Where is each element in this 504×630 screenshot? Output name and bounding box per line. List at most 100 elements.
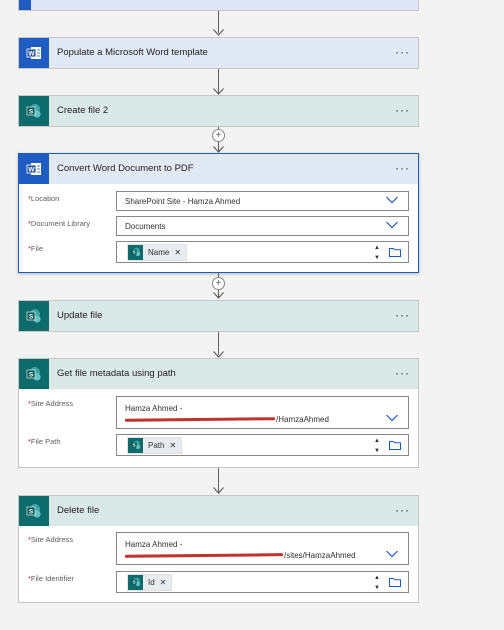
spinner[interactable]: ▲ ▼ — [372, 437, 382, 455]
svg-text:W: W — [28, 51, 35, 58]
chevron-down-icon[interactable] — [386, 196, 398, 204]
token-label: Id — [148, 577, 155, 587]
file-identifier-input[interactable]: S Id ✕ ▲ ▼ — [116, 571, 409, 593]
svg-text:S: S — [132, 442, 135, 447]
spin-up-icon[interactable]: ▲ — [372, 437, 382, 445]
step-convert-word-to-pdf[interactable]: W Convert Word Document to PDF ··· *Loca… — [18, 153, 419, 273]
location-label: *Location — [28, 194, 60, 203]
file-label: *File — [28, 244, 44, 253]
more-options-button[interactable]: ··· — [395, 301, 410, 331]
spinner[interactable]: ▲ ▼ — [372, 574, 382, 592]
step-header[interactable]: S Get file metadata using path ··· — [19, 359, 418, 389]
chevron-down-icon[interactable] — [386, 414, 398, 422]
location-value: SharePoint Site - Hamza Ahmed — [125, 196, 241, 206]
file-row: *File S Name ✕ ▲ ▼ — [19, 241, 409, 263]
site-address-line1: Hamza Ahmed - — [125, 403, 183, 413]
site-address-row: *Site Address Hamza Ahmed - /HamzaAhmed — [19, 396, 409, 429]
step-get-file-metadata[interactable]: S Get file metadata using path ··· *Site… — [18, 358, 419, 468]
step-title: Delete file — [57, 505, 100, 516]
site-address-label: *Site Address — [28, 535, 74, 544]
site-address-line2: /sites/HamzaAhmed — [124, 550, 356, 561]
word-icon: W — [19, 38, 49, 68]
file-identifier-row: *File Identifier S Id ✕ ▲ ▼ — [19, 571, 409, 593]
sharepoint-icon: S — [19, 96, 49, 126]
dynamic-content-token[interactable]: S Path ✕ — [127, 436, 183, 454]
remove-token-icon[interactable]: ✕ — [169, 441, 176, 450]
step-update-file[interactable]: S Update file ··· — [18, 300, 419, 332]
arrow-down-icon — [213, 146, 224, 153]
step-header[interactable]: S Create file 2 ··· — [19, 96, 418, 126]
folder-icon[interactable] — [389, 247, 401, 257]
sharepoint-icon: S — [128, 437, 143, 453]
site-address-line2: /HamzaAhmed — [124, 414, 329, 425]
file-input[interactable]: S Name ✕ ▲ ▼ — [116, 241, 409, 263]
insert-step-button[interactable]: + — [212, 129, 225, 142]
chevron-down-icon[interactable] — [386, 550, 398, 558]
previous-step-icon — [19, 0, 31, 10]
step-header[interactable]: W Populate a Microsoft Word template ··· — [19, 38, 418, 68]
redaction-mark — [124, 417, 276, 422]
step-body: *Location SharePoint Site - Hamza Ahmed … — [19, 184, 418, 275]
sharepoint-icon: S — [128, 244, 143, 260]
svg-text:S: S — [29, 313, 34, 320]
previous-step-header[interactable] — [19, 0, 418, 10]
step-body: *Site Address Hamza Ahmed - /HamzaAhmed … — [19, 389, 418, 468]
step-create-file-2[interactable]: S Create file 2 ··· — [18, 95, 419, 127]
site-address-line1: Hamza Ahmed - — [125, 539, 183, 549]
spin-down-icon[interactable]: ▼ — [372, 584, 382, 592]
step-title: Get file metadata using path — [57, 368, 176, 379]
sharepoint-icon: S — [128, 574, 143, 590]
arrow-down-icon — [213, 292, 224, 299]
site-address-dropdown[interactable]: Hamza Ahmed - /HamzaAhmed — [116, 396, 409, 429]
folder-icon[interactable] — [389, 440, 401, 450]
file-identifier-label: *File Identifier — [28, 574, 74, 583]
site-address-dropdown[interactable]: Hamza Ahmed - /sites/HamzaAhmed — [116, 532, 409, 565]
spin-up-icon[interactable]: ▲ — [372, 244, 382, 252]
step-body: *Site Address Hamza Ahmed - /sites/Hamza… — [19, 526, 418, 605]
sharepoint-icon: S — [19, 496, 49, 526]
more-options-button[interactable]: ··· — [395, 359, 410, 389]
arrow-down-icon — [213, 29, 224, 36]
document-library-label: *Document Library — [28, 219, 91, 228]
location-dropdown[interactable]: SharePoint Site - Hamza Ahmed — [116, 191, 409, 211]
document-library-row: *Document Library Documents — [19, 216, 409, 236]
word-icon: W — [19, 154, 49, 184]
svg-text:S: S — [29, 371, 34, 378]
document-library-dropdown[interactable]: Documents — [116, 216, 409, 236]
chevron-down-icon[interactable] — [386, 221, 398, 229]
redaction-mark — [124, 553, 284, 558]
spin-up-icon[interactable]: ▲ — [372, 574, 382, 582]
dynamic-content-token[interactable]: S Id ✕ — [127, 573, 173, 591]
spin-down-icon[interactable]: ▼ — [372, 254, 382, 262]
step-populate-word-template[interactable]: W Populate a Microsoft Word template ··· — [18, 37, 419, 69]
token-label: Name — [148, 247, 170, 257]
previous-step-card[interactable] — [18, 0, 419, 11]
file-path-input[interactable]: S Path ✕ ▲ ▼ — [116, 434, 409, 456]
sharepoint-icon: S — [19, 301, 49, 331]
more-options-button[interactable]: ··· — [395, 96, 410, 126]
site-address-row: *Site Address Hamza Ahmed - /sites/Hamza… — [19, 532, 409, 565]
file-path-row: *File Path S Path ✕ ▲ ▼ — [19, 434, 409, 456]
more-options-button[interactable]: ··· — [395, 38, 410, 68]
file-path-label: *File Path — [28, 437, 61, 446]
token-label: Path — [148, 440, 165, 450]
dynamic-content-token[interactable]: S Name ✕ — [127, 243, 188, 261]
remove-token-icon[interactable]: ✕ — [160, 578, 167, 587]
spin-down-icon[interactable]: ▼ — [372, 447, 382, 455]
location-row: *Location SharePoint Site - Hamza Ahmed — [19, 191, 409, 211]
step-header[interactable]: S Update file ··· — [19, 301, 418, 331]
step-delete-file[interactable]: S Delete file ··· *Site Address Hamza Ah… — [18, 495, 419, 603]
svg-text:S: S — [29, 508, 34, 515]
svg-text:W: W — [28, 167, 35, 174]
more-options-button[interactable]: ··· — [395, 496, 410, 526]
step-header[interactable]: W Convert Word Document to PDF ··· — [19, 154, 418, 184]
more-options-button[interactable]: ··· — [395, 154, 410, 184]
remove-token-icon[interactable]: ✕ — [174, 248, 181, 257]
spinner[interactable]: ▲ ▼ — [372, 244, 382, 262]
step-header[interactable]: S Delete file ··· — [19, 496, 418, 526]
insert-step-button[interactable]: + — [212, 277, 225, 290]
sharepoint-icon: S — [19, 359, 49, 389]
step-title: Populate a Microsoft Word template — [57, 47, 208, 58]
folder-icon[interactable] — [389, 577, 401, 587]
arrow-down-icon — [213, 487, 224, 494]
